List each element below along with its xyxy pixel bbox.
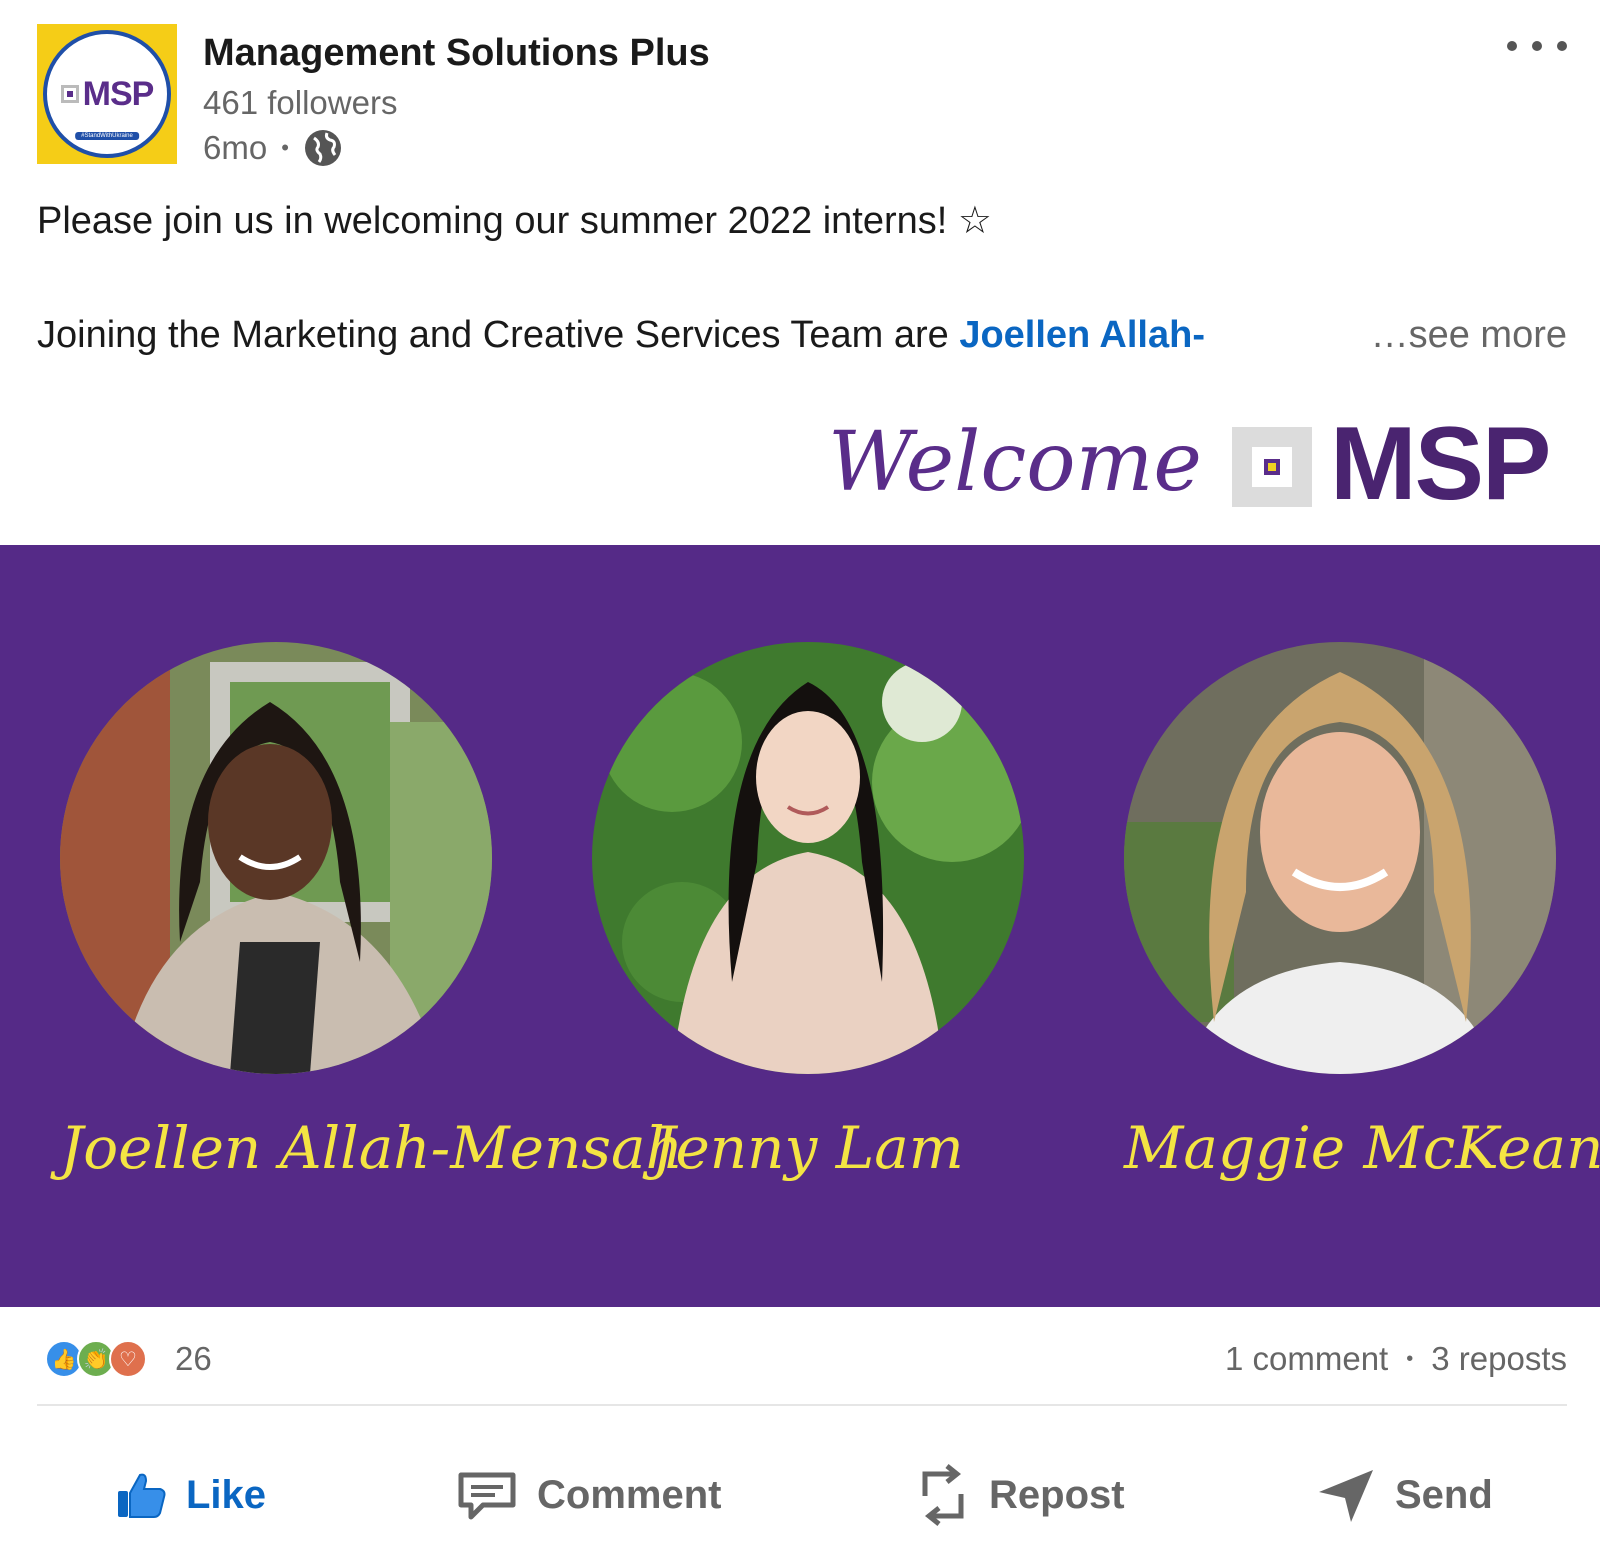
intern-card: Joellen Allah-Mensah xyxy=(60,642,683,1182)
repost-label: Repost xyxy=(989,1472,1125,1517)
reactions-summary[interactable]: 👍 👏 ♡ 26 xyxy=(45,1338,212,1382)
intern-photo xyxy=(1124,642,1556,1074)
social-counts: 👍 👏 ♡ 26 1 comment • 3 reposts xyxy=(37,1338,1567,1386)
thumbs-up-icon xyxy=(118,1473,166,1518)
post-header: MSP #StandWithUkraine Management Solutio… xyxy=(37,24,1567,166)
meta-separator: • xyxy=(281,135,289,160)
love-reaction-icon: ♡ xyxy=(109,1340,147,1378)
like-button[interactable]: Like xyxy=(112,1450,266,1540)
repost-count[interactable]: 3 reposts xyxy=(1431,1340,1567,1378)
engagement-counts: 1 comment • 3 reposts xyxy=(1225,1340,1567,1378)
comment-icon xyxy=(458,1472,516,1520)
divider xyxy=(37,1404,1567,1406)
follower-count: 461 followers xyxy=(203,84,398,121)
send-label: Send xyxy=(1395,1472,1493,1517)
stats-separator: • xyxy=(1406,1347,1414,1370)
intern-card: Maggie McKean xyxy=(1124,642,1600,1182)
repost-button[interactable]: Repost xyxy=(915,1450,1125,1540)
intern-name: Maggie McKean xyxy=(1124,1114,1600,1182)
repost-icon xyxy=(922,1464,964,1526)
globe-icon xyxy=(304,130,341,166)
comment-label: Comment xyxy=(537,1472,722,1517)
post-age: 6mo xyxy=(203,129,268,166)
banner-header: Welcome to MSP xyxy=(0,395,1600,545)
send-icon xyxy=(1319,1470,1373,1522)
post-text-line2: Joining the Marketing and Creative Servi… xyxy=(37,310,1567,360)
company-name[interactable]: Management Solutions Plus xyxy=(203,32,710,75)
banner-brand: MSP xyxy=(1330,406,1551,522)
intern-name: Jenny Lam xyxy=(652,1114,964,1182)
post-meta: 6mo • xyxy=(203,128,343,168)
post-text-line1: Please join us in welcoming our summer 2… xyxy=(37,200,992,242)
more-options-icon[interactable] xyxy=(1507,34,1567,58)
action-bar: Like Comment Repost Send xyxy=(0,1450,1600,1540)
logo-tag: #StandWithUkraine xyxy=(75,132,139,140)
intern-photo xyxy=(592,642,1024,1074)
intern-name: Joellen Allah-Mensah xyxy=(60,1114,683,1182)
intern-card: Jenny Lam xyxy=(592,642,1024,1182)
post-text-prefix: Joining the Marketing and Creative Servi… xyxy=(37,314,960,356)
comment-button[interactable]: Comment xyxy=(455,1450,721,1540)
comment-count[interactable]: 1 comment xyxy=(1225,1340,1388,1378)
logo-badge: MSP #StandWithUkraine xyxy=(43,30,171,158)
msp-mark-icon xyxy=(60,85,79,103)
like-label: Like xyxy=(186,1472,267,1517)
msp-mark-icon xyxy=(1232,427,1312,507)
intern-banner[interactable]: Joellen Allah-Mensah Jenny Lam Maggie Mc… xyxy=(0,545,1600,1307)
reaction-count[interactable]: 26 xyxy=(175,1340,212,1378)
see-more-link[interactable]: …see more xyxy=(1371,310,1567,360)
mention-link[interactable]: Joellen Allah- xyxy=(959,314,1205,356)
intern-photo xyxy=(60,642,492,1074)
logo-text: MSP xyxy=(82,74,155,113)
send-button[interactable]: Send xyxy=(1315,1450,1493,1540)
company-logo[interactable]: MSP #StandWithUkraine xyxy=(37,24,177,164)
